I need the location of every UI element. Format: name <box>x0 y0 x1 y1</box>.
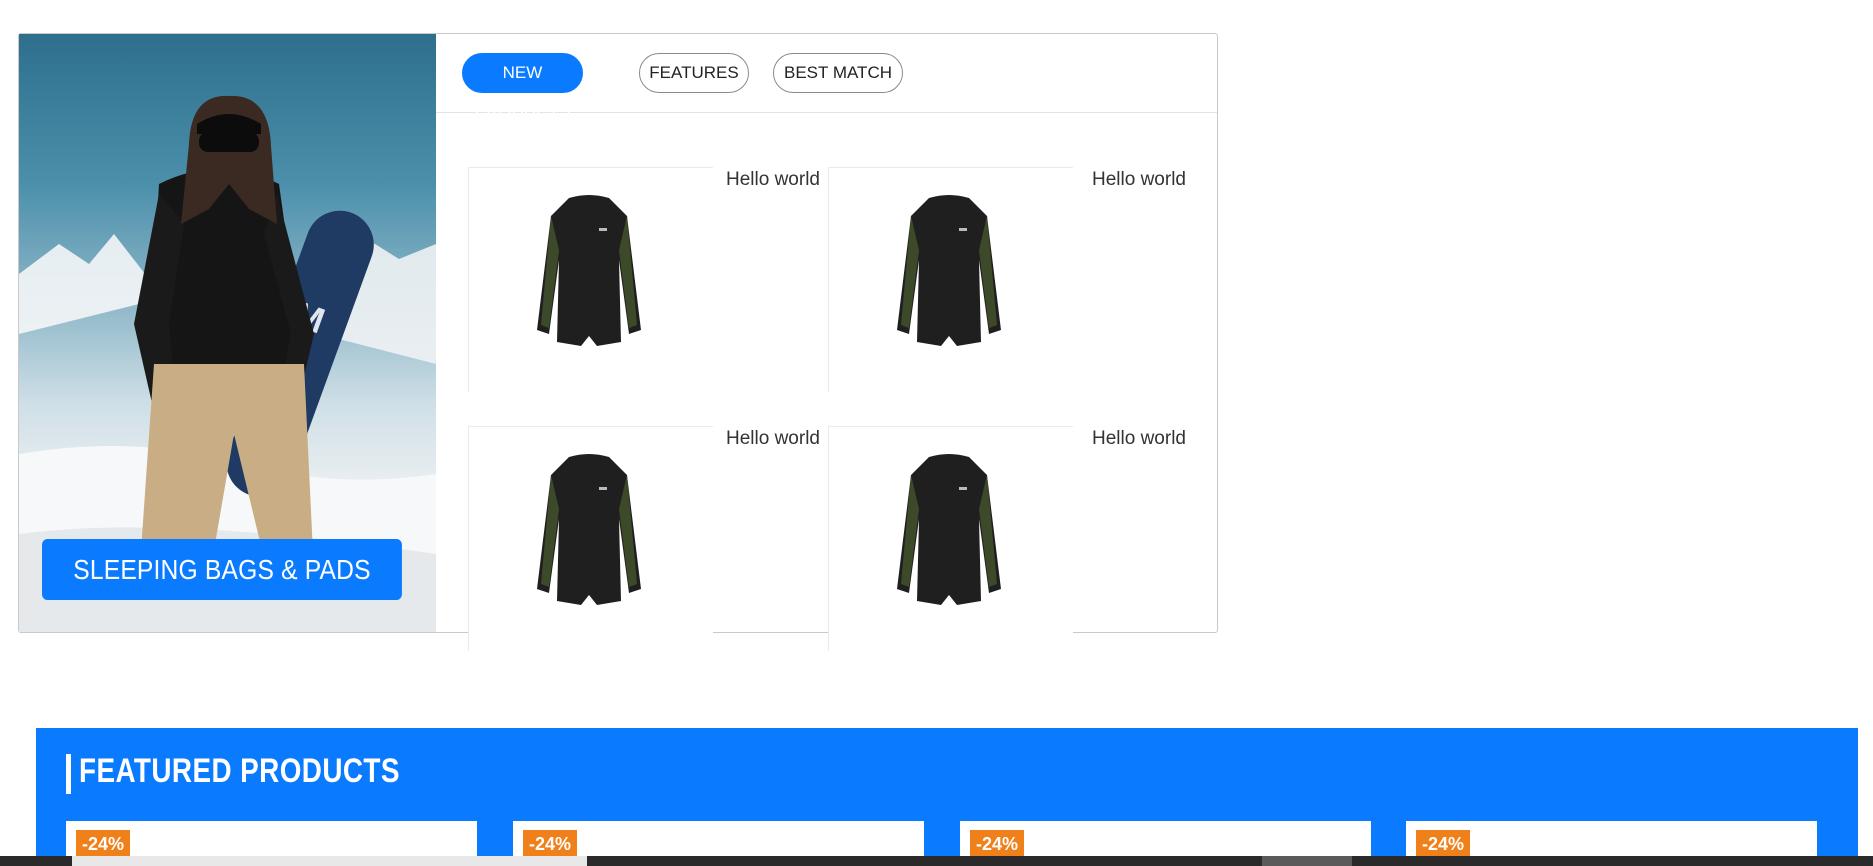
product-image[interactable] <box>828 167 1073 392</box>
product-image[interactable] <box>468 426 713 651</box>
wetsuit-icon <box>537 454 641 605</box>
tab-best-match[interactable]: BEST MATCH <box>773 53 903 93</box>
product-card[interactable]: Hello world <box>828 167 1188 392</box>
discount-badge: -24% <box>76 830 131 858</box>
page: M O SLEEPING BAGS & PADS <box>0 0 1873 866</box>
product-card[interactable]: Hello world <box>468 426 828 651</box>
category-banner[interactable]: M O SLEEPING BAGS & PADS <box>19 34 436 632</box>
bottom-scrollbar[interactable] <box>0 856 1873 866</box>
scrollbar-segment <box>72 856 587 866</box>
sleeping-bags-button[interactable]: SLEEPING BAGS & PADS <box>42 539 402 600</box>
product-image[interactable] <box>828 426 1073 651</box>
product-title[interactable]: Hello world <box>1092 428 1186 450</box>
product-grid: Hello world Hello world Hello world Hell… <box>436 113 1217 651</box>
tab-new-products[interactable]: NEW PRODUCTS <box>462 53 583 120</box>
discount-badge: -24% <box>523 830 578 858</box>
featured-products-section: FEATURED PRODUCTS -24% -24% -24% -24% <box>36 728 1858 866</box>
product-title[interactable]: Hello world <box>726 428 820 450</box>
scrollbar-thumb[interactable] <box>1262 856 1352 866</box>
wetsuit-icon <box>897 454 1001 605</box>
featured-title: FEATURED PRODUCTS <box>79 752 400 790</box>
title-accent-bar <box>66 754 71 794</box>
product-card[interactable]: Hello world <box>828 426 1188 651</box>
tab-features[interactable]: FEATURES <box>639 53 749 93</box>
product-title[interactable]: Hello world <box>726 169 820 191</box>
product-image[interactable] <box>468 167 713 392</box>
product-title[interactable]: Hello world <box>1092 169 1186 191</box>
discount-badge: -24% <box>970 830 1025 858</box>
tab-bar: NEW PRODUCTS FEATURES BEST MATCH <box>436 34 1217 120</box>
wetsuit-icon <box>537 195 641 346</box>
product-tabs-section: M O SLEEPING BAGS & PADS <box>18 33 1218 651</box>
wetsuit-icon <box>897 195 1001 346</box>
discount-badge: -24% <box>1416 830 1471 858</box>
product-card[interactable]: Hello world <box>468 167 828 392</box>
